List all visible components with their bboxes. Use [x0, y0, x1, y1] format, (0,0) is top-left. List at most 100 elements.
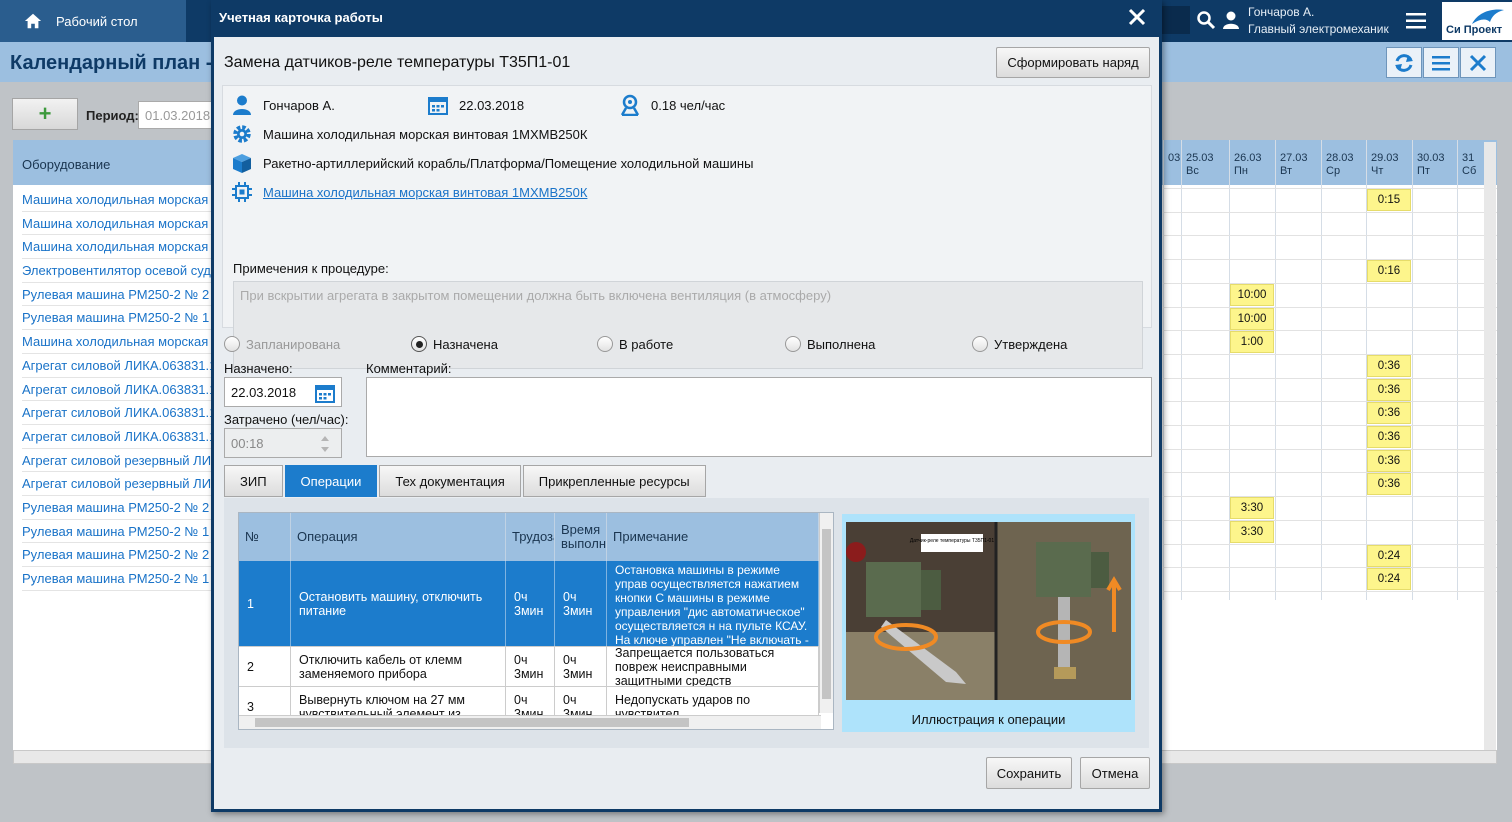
equipment-list-item[interactable]: Рулевая машина РМ250-2 № 2 — [22, 496, 222, 520]
table-row[interactable]: 2 Отключить кабель от клемм заменяемого … — [239, 647, 819, 687]
status-planned-radio: Запланирована — [224, 336, 340, 352]
status-label: Выполнена — [807, 336, 876, 352]
equipment-list-item[interactable]: Агрегат силовой резервный ЛИКА — [22, 449, 222, 473]
schedule-cell[interactable]: 3:30 — [1230, 520, 1274, 543]
gear-icon — [233, 125, 251, 143]
equipment-list-item[interactable]: Машина холодильная морская винтовая 1МХМ… — [22, 330, 222, 354]
list-icon — [1432, 55, 1450, 70]
schedule-cell[interactable]: 0:24 — [1367, 568, 1411, 591]
tab-operations[interactable]: Операции — [284, 465, 378, 497]
equipment-list-item[interactable]: Агрегат силовой ЛИКА.063831.1 — [22, 425, 222, 449]
grid-row-line — [1163, 188, 1497, 189]
schedule-cell[interactable]: 0:36 — [1367, 426, 1411, 448]
comment-field[interactable] — [366, 377, 1152, 457]
schedule-cell[interactable]: 0:36 — [1367, 473, 1411, 496]
radio-circle — [785, 336, 801, 352]
operation-illustration-image[interactable]: Датчик-реле температуры Т35П1-01 — [846, 522, 1131, 700]
tab-attached-resources[interactable]: Прикрепленные ресурсы — [522, 465, 706, 497]
day-date: 31 — [1462, 152, 1475, 164]
notes-field[interactable]: При вскрытии агрегата в закрытом помещен… — [233, 281, 1143, 369]
equipment-list-item[interactable]: Агрегат силовой резервный ЛИКА — [22, 472, 222, 496]
close-page-button[interactable] — [1460, 47, 1496, 78]
day-column: 28.03 Ср — [1321, 140, 1366, 600]
operations-panel: № Операция Трудоза Время выполн Примечан… — [224, 498, 1149, 748]
status-done-radio[interactable]: Выполнена — [785, 336, 875, 352]
day-column: 03 — [1163, 140, 1181, 600]
schedule-cell[interactable]: 0:24 — [1367, 544, 1411, 567]
schedule-cell[interactable]: 0:36 — [1367, 402, 1411, 425]
save-button[interactable]: Сохранить — [986, 757, 1072, 789]
equipment-list-item[interactable]: Агрегат силовой ЛИКА.063831.1 — [22, 378, 222, 402]
table-row[interactable]: 1 Остановить машину, отключить питание 0… — [239, 561, 819, 647]
dialog-title: Учетная карточка работы — [219, 10, 383, 25]
col-number[interactable]: № — [239, 513, 291, 561]
dialog-close-icon[interactable] — [1126, 6, 1148, 28]
grid-row-line — [1163, 543, 1497, 545]
scroll-thumb[interactable] — [822, 529, 831, 699]
grid-row-line — [1163, 282, 1497, 284]
schedule-cell[interactable]: 10:00 — [1230, 307, 1274, 330]
schedule-cell[interactable]: 0:36 — [1367, 354, 1411, 377]
equipment-list-item[interactable]: Агрегат силовой ЛИКА.063831.1 — [22, 401, 222, 425]
home-button[interactable]: Рабочий стол — [0, 0, 186, 42]
tab-spare-parts[interactable]: ЗИП — [224, 465, 283, 497]
operations-table: № Операция Трудоза Время выполн Примечан… — [238, 512, 834, 730]
operations-horizontal-scrollbar[interactable] — [239, 715, 821, 729]
day-weekday: Пт — [1417, 165, 1430, 177]
row-labor: 0ч 3мин — [506, 647, 555, 686]
location-path: Ракетно-артиллерийский корабль/Платформа… — [263, 155, 754, 171]
equipment-list-item[interactable]: Машина холодильная морская винтовая 1МХМ… — [22, 235, 222, 260]
col-note[interactable]: Примечание — [607, 513, 819, 561]
status-assigned-radio[interactable]: Назначена — [411, 336, 498, 352]
user-name: Гончаров А. — [1248, 5, 1315, 19]
equipment-list-item[interactable]: Рулевая машина РМ250-2 № 1 — [22, 567, 222, 591]
equipment-list-item[interactable]: Электровентилятор осевой судовой — [22, 259, 222, 283]
assigned-label: Назначено: — [224, 361, 293, 376]
user-icon[interactable] — [1221, 10, 1241, 30]
scroll-thumb[interactable] — [255, 718, 689, 727]
col-labor[interactable]: Трудоза — [506, 513, 555, 561]
schedule-cell[interactable]: 3:30 — [1230, 497, 1274, 520]
equipment-list-item[interactable]: Машина холодильная морская винтовая 1МХМ… — [22, 188, 222, 212]
schedule-cell[interactable]: 0:36 — [1367, 378, 1411, 401]
period-input[interactable]: 01.03.2018 — [138, 101, 212, 129]
col-operation[interactable]: Операция — [291, 513, 506, 561]
comment-label: Комментарий: — [366, 361, 452, 376]
equipment-list-item[interactable]: Рулевая машина РМ250-2 № 1 — [22, 520, 222, 544]
equipment-list-item[interactable]: Агрегат силовой ЛИКА.063831.1 — [22, 354, 222, 378]
equipment-list-item[interactable]: Рулевая машина РМ250-2 № 1 — [22, 306, 222, 331]
add-button[interactable]: + — [12, 98, 78, 130]
search-icon[interactable] — [1196, 10, 1216, 30]
day-date: 29.03 — [1371, 152, 1399, 164]
calendar-picker-icon[interactable] — [314, 382, 336, 404]
col-time[interactable]: Время выполн — [555, 513, 607, 561]
operations-vertical-scrollbar[interactable] — [819, 513, 833, 713]
equipment-link[interactable]: Машина холодильная морская винтовая 1МХМ… — [263, 185, 587, 200]
list-button[interactable] — [1423, 47, 1459, 78]
assigned-date-input[interactable]: 22.03.2018 — [224, 377, 342, 407]
equipment-list-item[interactable]: Машина холодильная морская винтовая 1МХМ… — [22, 212, 222, 236]
user-info[interactable]: Гончаров А. Главный электромеханик — [1248, 4, 1389, 38]
generate-order-button[interactable]: Сформировать наряд — [996, 47, 1150, 78]
status-approved-radio[interactable]: Утверждена — [972, 336, 1067, 352]
schedule-cell[interactable]: 10:00 — [1230, 283, 1274, 306]
grid-vertical-scrollbar[interactable] — [1484, 142, 1496, 752]
top-search-field[interactable] — [1160, 6, 1190, 34]
grid-row-line — [1163, 353, 1497, 355]
schedule-cell[interactable]: 0:15 — [1367, 189, 1411, 211]
day-date: 28.03 — [1326, 152, 1354, 164]
menu-icon[interactable] — [1406, 12, 1426, 30]
grid-row-line — [1163, 519, 1497, 521]
grid-row-line — [1163, 306, 1497, 308]
equipment-list-item[interactable]: Рулевая машина РМ250-2 № 2 — [22, 543, 222, 567]
equipment-list-item[interactable]: Рулевая машина РМ250-2 № 2 — [22, 283, 222, 307]
status-in-progress-radio[interactable]: В работе — [597, 336, 673, 352]
refresh-button[interactable] — [1386, 47, 1422, 78]
cancel-button[interactable]: Отмена — [1080, 757, 1150, 789]
schedule-cell[interactable]: 0:36 — [1367, 449, 1411, 472]
schedule-cell[interactable]: 0:16 — [1367, 260, 1411, 283]
schedule-cell[interactable]: 1:00 — [1230, 331, 1274, 354]
spent-value: 00:18 — [231, 435, 264, 451]
tab-tech-docs[interactable]: Тех документация — [379, 465, 521, 497]
home-label: Рабочий стол — [56, 13, 138, 29]
